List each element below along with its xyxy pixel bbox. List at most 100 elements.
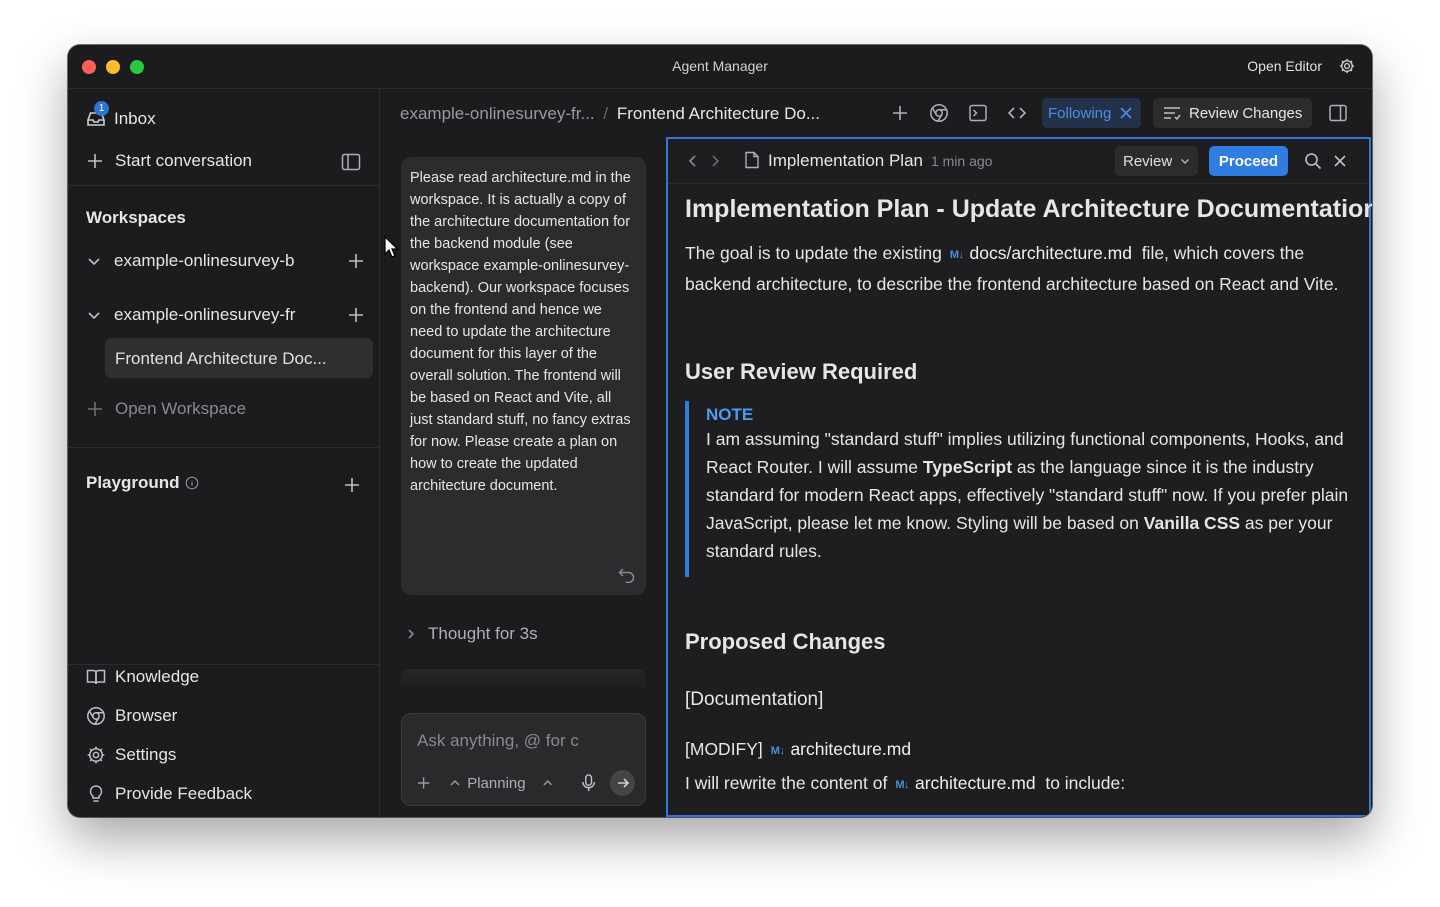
intro-text: The goal is to update the existing xyxy=(685,243,942,263)
document-panel: Implementation Plan 1 min ago Review Proc… xyxy=(666,137,1372,817)
note-emphasis: Vanilla CSS xyxy=(1143,513,1241,533)
sidebar-divider xyxy=(68,185,379,186)
plus-icon[interactable] xyxy=(416,775,431,791)
thought-label: Thought for 3s xyxy=(428,624,538,643)
playground-heading: Playground xyxy=(86,473,199,493)
chevron-right-icon[interactable] xyxy=(710,154,720,168)
search-icon[interactable] xyxy=(1304,152,1322,170)
window-title: Agent Manager xyxy=(672,58,768,74)
toggle-panel-icon[interactable] xyxy=(1328,103,1348,123)
settings-label: Settings xyxy=(115,745,177,764)
open-workspace-label: Open Workspace xyxy=(115,399,247,418)
gear-icon xyxy=(87,746,105,764)
gear-icon[interactable] xyxy=(1338,57,1356,75)
inbox-badge: 1 xyxy=(94,101,109,116)
proceed-button[interactable]: Proceed xyxy=(1209,146,1288,176)
review-changes-button[interactable]: Review Changes xyxy=(1153,98,1313,128)
plus-icon[interactable] xyxy=(890,103,910,123)
document-header: Implementation Plan 1 min ago Review Proc… xyxy=(668,139,1369,184)
microphone-icon[interactable] xyxy=(581,773,596,793)
undo-icon[interactable] xyxy=(618,567,636,583)
knowledge-label: Knowledge xyxy=(115,667,200,686)
sidebar-item-knowledge[interactable]: Knowledge xyxy=(86,667,199,687)
chevron-down-icon[interactable] xyxy=(86,253,102,269)
chat-input[interactable]: Ask anything, @ for c xyxy=(417,731,617,751)
toggle-sidebar-icon[interactable] xyxy=(341,153,361,171)
breadcrumb-separator: / xyxy=(603,104,609,123)
markdown-icon: M↓ xyxy=(895,779,909,791)
intro-paragraph: The goal is to update the existing M↓ docs… xyxy=(685,239,1349,298)
sidebar-item-feedback[interactable]: Provide Feedback xyxy=(86,784,252,804)
chevron-up-icon xyxy=(450,779,460,786)
rewrite-text: I will rewrite the content of xyxy=(685,773,888,793)
info-icon[interactable] xyxy=(185,476,199,490)
lightbulb-icon xyxy=(89,785,103,802)
note-callout: NOTE I am assuming "standard stuff" impl… xyxy=(685,401,1349,577)
proposed-changes-heading: Proposed Changes xyxy=(685,629,886,654)
workspace-item[interactable]: example-onlinesurvey-b xyxy=(86,251,365,271)
workspace-label: example-onlinesurvey-b xyxy=(114,251,295,270)
chevron-down-icon[interactable] xyxy=(86,307,102,323)
breadcrumb: example-onlinesurvey-fr... / Frontend Ar… xyxy=(400,104,820,124)
add-conversation-icon[interactable] xyxy=(347,252,365,270)
chevron-up-icon[interactable] xyxy=(542,778,553,788)
close-icon[interactable] xyxy=(1333,154,1347,168)
document-title: Implementation Plan 1 min ago xyxy=(768,151,992,171)
plus-icon xyxy=(88,154,102,168)
file-link[interactable]: docs/architecture.md xyxy=(970,243,1132,263)
markdown-icon: M↓ xyxy=(770,745,785,757)
breadcrumb-current[interactable]: Frontend Architecture Do... xyxy=(617,104,820,123)
title-bar: Agent Manager Open Editor xyxy=(68,45,1372,89)
review-dropdown-label: Review xyxy=(1123,152,1173,170)
breadcrumb-workspace[interactable]: example-onlinesurvey-fr... xyxy=(400,104,595,123)
thought-toggle[interactable]: Thought for 3s xyxy=(406,624,538,644)
modify-label: [MODIFY] xyxy=(685,739,763,759)
workspace-label: example-onlinesurvey-fr xyxy=(114,305,296,324)
close-icon[interactable] xyxy=(1119,106,1133,120)
inbox-label: Inbox xyxy=(114,109,156,128)
add-playground-icon[interactable] xyxy=(343,476,361,494)
note-label: NOTE xyxy=(706,405,754,424)
note-text: I am assuming "standard stuff" implies u… xyxy=(706,425,1349,565)
workspaces-heading: Workspaces xyxy=(86,208,186,227)
sidebar-item-browser[interactable]: Browser xyxy=(86,706,177,726)
sidebar-item-settings[interactable]: Settings xyxy=(86,745,176,765)
send-button[interactable] xyxy=(610,770,635,796)
workspace-item[interactable]: example-onlinesurvey-fr xyxy=(86,305,365,325)
playground-label: Playground xyxy=(86,473,180,492)
chevron-right-icon xyxy=(408,629,415,639)
open-workspace-button[interactable]: Open Workspace xyxy=(86,399,246,419)
plus-icon xyxy=(88,402,102,416)
sidebar-divider xyxy=(68,447,379,448)
rewrite-line: I will rewrite the content of M↓ architect… xyxy=(685,769,1349,800)
document-title-text: Implementation Plan xyxy=(768,151,923,170)
mode-label: Planning xyxy=(467,774,526,792)
terminal-icon[interactable] xyxy=(968,103,988,123)
start-conversation-label: Start conversation xyxy=(115,151,253,170)
review-changes-label: Review Changes xyxy=(1189,104,1303,122)
code-icon[interactable] xyxy=(1007,103,1027,123)
modify-line: [MODIFY] M↓ architecture.md xyxy=(685,735,1349,766)
markdown-icon: M↓ xyxy=(949,249,964,261)
browser-icon[interactable] xyxy=(929,103,949,123)
add-conversation-icon[interactable] xyxy=(347,306,365,324)
composer: Ask anything, @ for c Planning xyxy=(401,713,646,806)
note-emphasis: TypeScript xyxy=(922,457,1013,477)
open-editor-button[interactable]: Open Editor xyxy=(1247,58,1322,74)
mode-selector[interactable]: Planning xyxy=(449,774,526,792)
sidebar-item-inbox[interactable]: 1 Inbox xyxy=(86,101,156,129)
user-review-heading: User Review Required xyxy=(685,359,918,384)
documentation-heading: [Documentation] xyxy=(685,689,824,710)
browser-label: Browser xyxy=(115,706,178,725)
following-toggle[interactable]: Following xyxy=(1042,98,1142,128)
browser-icon xyxy=(87,707,105,725)
start-conversation-button[interactable]: Start conversation xyxy=(86,151,252,171)
chevron-left-icon[interactable] xyxy=(688,154,698,168)
file-icon xyxy=(745,151,759,169)
file-link[interactable]: architecture.md xyxy=(790,739,911,759)
file-link[interactable]: architecture.md xyxy=(915,773,1036,793)
conversation-item-active[interactable]: Frontend Architecture Doc... xyxy=(105,338,373,378)
book-icon xyxy=(86,669,106,685)
document-heading: Implementation Plan - Update Architectur… xyxy=(685,195,1372,223)
review-dropdown[interactable]: Review xyxy=(1115,146,1199,176)
